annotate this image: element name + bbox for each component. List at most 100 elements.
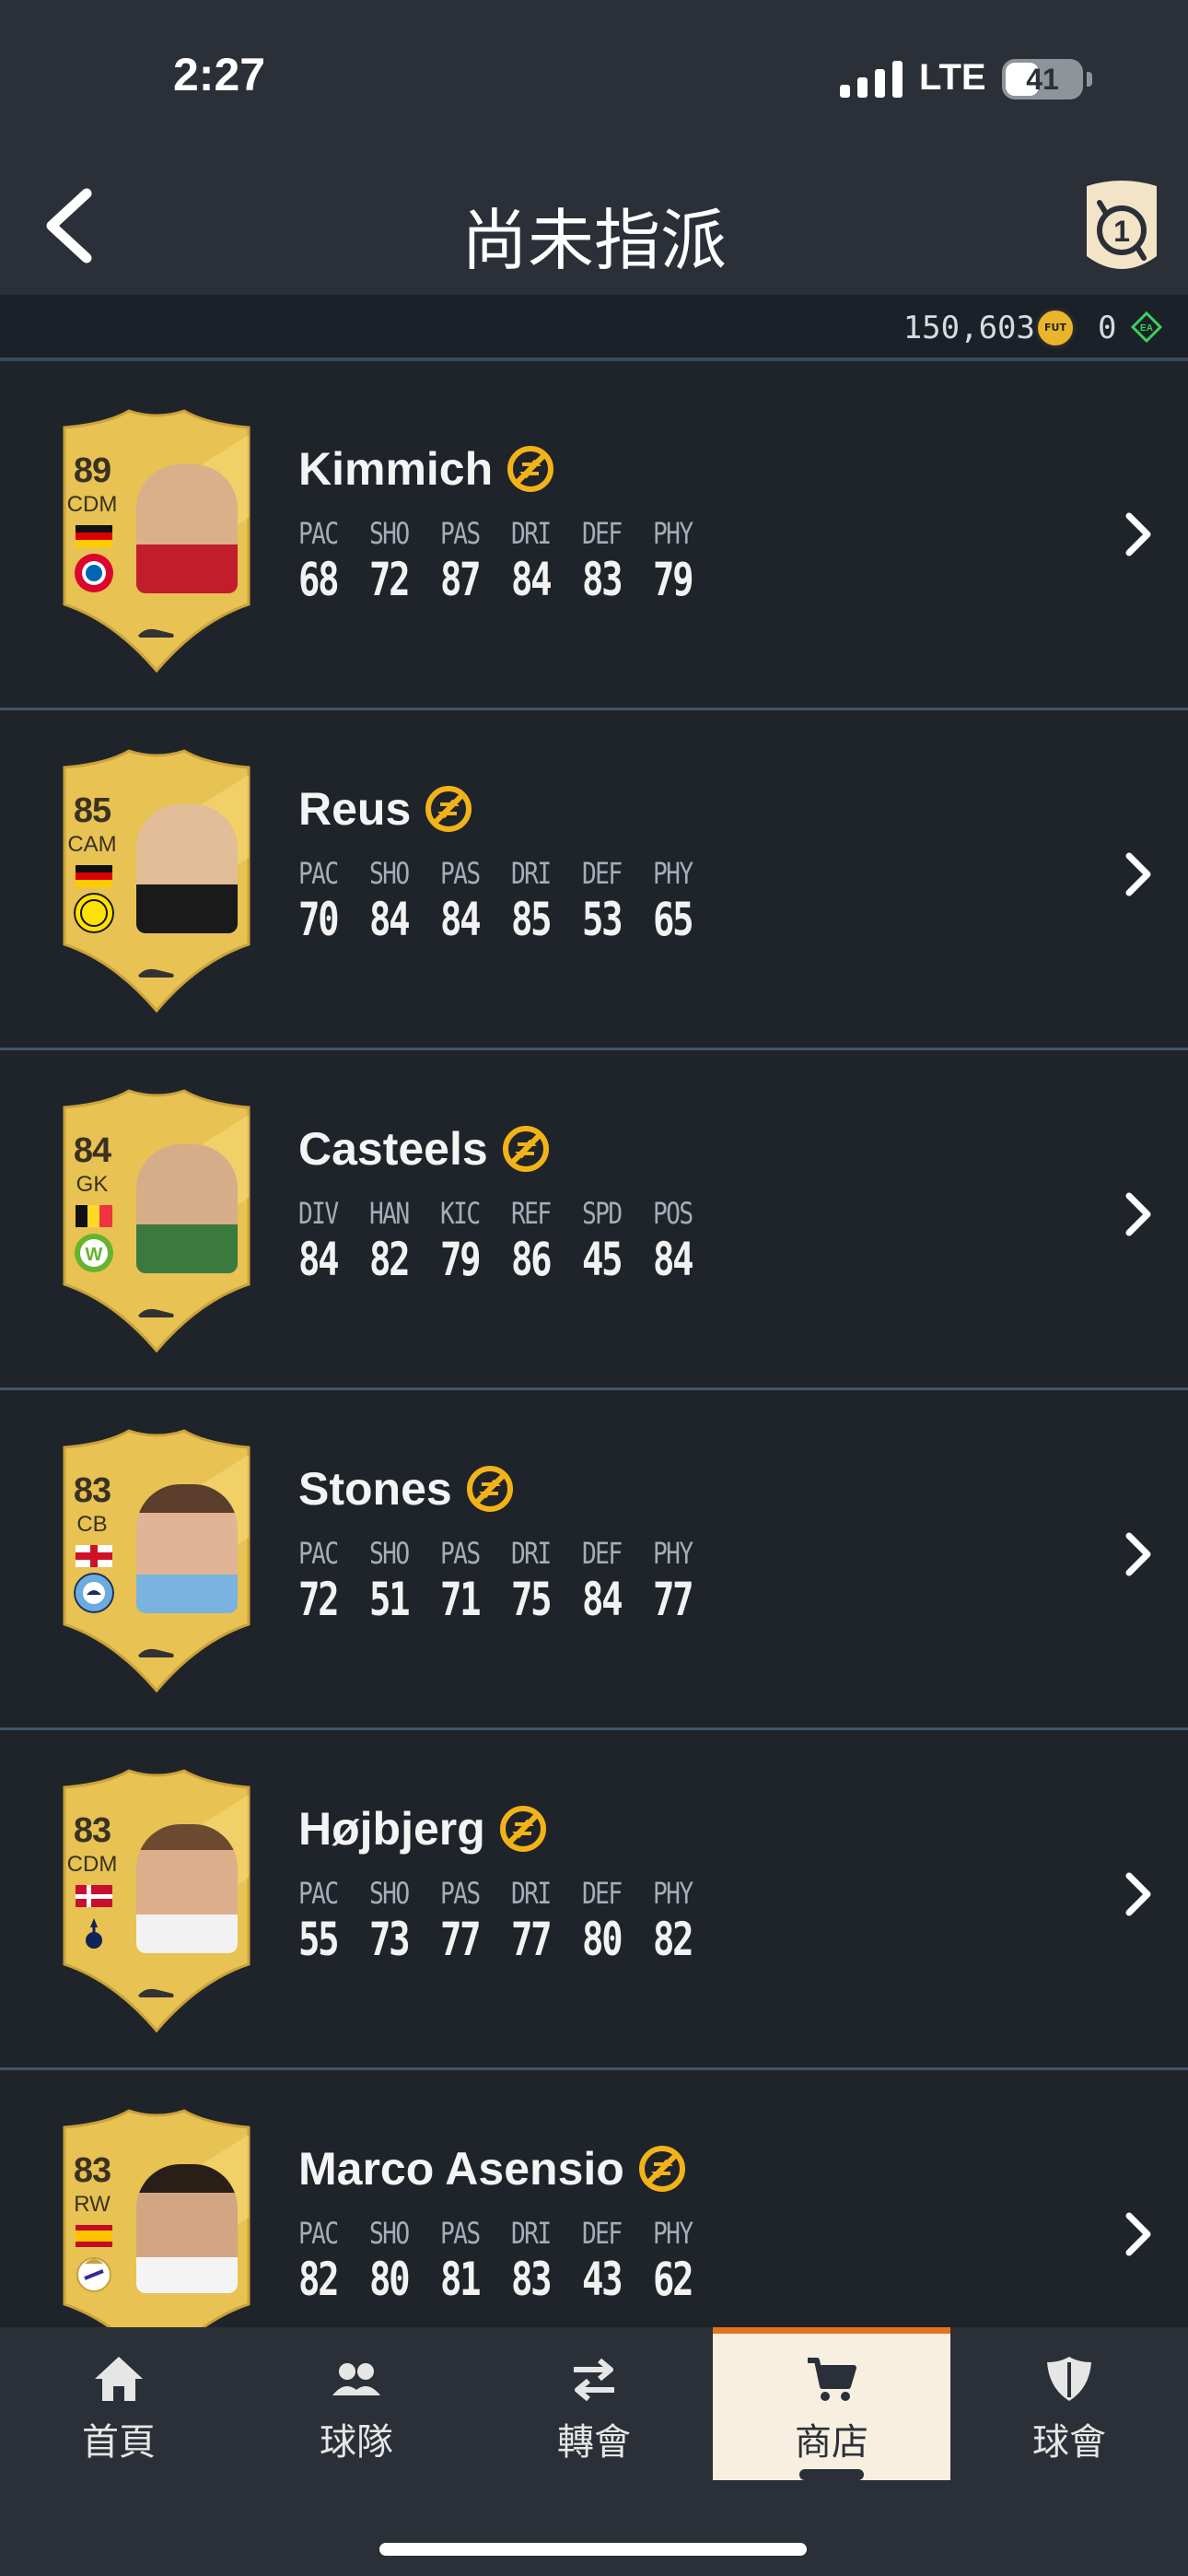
stat-value: 75	[511, 1573, 553, 1626]
cart-icon	[808, 2358, 856, 2401]
stat-value: 79	[653, 553, 694, 606]
stat-label: DEF	[582, 1876, 623, 1911]
untradeable-icon	[638, 2146, 685, 2192]
stat-label: PHY	[653, 856, 693, 891]
stat-value: 83	[582, 553, 623, 606]
player-name: Højbjerg	[298, 1803, 485, 1855]
ea-points-icon: EA	[1131, 311, 1162, 343]
tab-label: 首頁	[82, 2421, 156, 2464]
fut-coin-icon	[1035, 308, 1076, 348]
player-card: 83 CDM	[52, 1767, 262, 2034]
stat-label: PHY	[653, 516, 693, 551]
tab-label: 商店	[795, 2421, 868, 2464]
svg-text:1: 1	[1113, 215, 1130, 248]
card-position: CDM	[66, 492, 118, 517]
tab-club[interactable]: 球會	[950, 2327, 1188, 2480]
stat-value: 86	[511, 1233, 553, 1286]
dortmund-crest-icon	[74, 893, 114, 933]
player-portrait	[136, 464, 238, 593]
boot-icon	[138, 1988, 174, 1997]
stat-label: POS	[653, 1196, 693, 1231]
card-position: CAM	[67, 832, 117, 857]
stat-value: 82	[653, 1913, 694, 1966]
home-indicator[interactable]	[379, 2543, 807, 2556]
stat-value: 84	[582, 1573, 623, 1626]
stat-label: REF	[511, 1196, 552, 1231]
tab-home[interactable]: 首頁	[0, 2327, 238, 2480]
stat-label: DIV	[298, 1196, 339, 1231]
chevron-right-icon[interactable]	[1120, 1867, 1157, 1922]
stat-label: DRI	[511, 1876, 552, 1911]
tab-label: 球隊	[320, 2421, 393, 2464]
chevron-right-icon[interactable]	[1120, 507, 1157, 562]
stat-value: 65	[653, 893, 694, 946]
chevron-right-icon[interactable]	[1120, 2207, 1157, 2262]
card-position: CDM	[66, 1852, 118, 1877]
tab-store[interactable]: 商店	[713, 2327, 950, 2480]
stat-value: 84	[298, 1233, 340, 1286]
player-row[interactable]: 83 CDM Højbjerg PAC 55 SHO 73 PAS 77 DRI 77 …	[0, 1730, 1188, 2070]
tottenham-crest-icon	[86, 1918, 102, 1949]
stat-label: SHO	[369, 856, 410, 891]
stat-label: PAS	[440, 1536, 481, 1571]
player-card: 84 GK W	[52, 1087, 262, 1354]
player-portrait	[136, 804, 238, 933]
stat-value: 70	[298, 893, 340, 946]
player-card: 83 RW	[52, 2107, 262, 2327]
card-rating: 84	[73, 1131, 111, 1170]
stat-value: 81	[440, 2253, 482, 2306]
tab-transfers[interactable]: 轉會	[475, 2327, 713, 2480]
points-balance: 0	[1098, 310, 1117, 346]
untradeable-icon	[499, 1806, 546, 1852]
stat-label: DEF	[582, 2216, 623, 2251]
boot-icon	[138, 1648, 174, 1657]
stat-block: PAC 68 SHO 72 PAS 87 DRI 84 DEF 83 PHY 79	[298, 516, 724, 606]
card-position: CB	[76, 1512, 108, 1537]
player-row[interactable]: 85 CAM Reus PAC 70 SHO 84 PAS 84 DRI 85 DEF 5…	[0, 710, 1188, 1050]
svg-text:W: W	[86, 1245, 103, 1265]
nav-bar: 尚未指派 1	[0, 157, 1188, 295]
boot-icon	[138, 628, 174, 638]
chevron-right-icon[interactable]	[1120, 1187, 1157, 1242]
stat-label: PAC	[298, 516, 339, 551]
tab-label: 轉會	[557, 2421, 631, 2464]
spain-flag-icon	[76, 2225, 112, 2247]
stat-label: KIC	[440, 1196, 481, 1231]
player-name: Stones	[298, 1463, 452, 1515]
player-card: 89 CDM	[52, 407, 262, 674]
card-position: RW	[74, 2192, 111, 2217]
tab-squad[interactable]: 球隊	[238, 2327, 475, 2480]
chevron-right-icon[interactable]	[1120, 1527, 1157, 1582]
stat-label: DEF	[582, 1536, 623, 1571]
man-city-crest-icon	[74, 1573, 114, 1613]
stat-value: 82	[298, 2253, 340, 2306]
chevron-right-icon[interactable]	[1120, 847, 1157, 902]
stat-label: SHO	[369, 1536, 410, 1571]
stat-value: 73	[369, 1913, 411, 1966]
battery-tip	[1087, 72, 1092, 87]
home-icon	[95, 2357, 143, 2401]
stat-value: 51	[369, 1573, 411, 1626]
stat-block: PAC 70 SHO 84 PAS 84 DRI 85 DEF 53 PHY 65	[298, 856, 724, 946]
stat-label: PAC	[298, 1876, 339, 1911]
player-name: Marco Asensio	[298, 2143, 624, 2195]
stat-value: 84	[653, 1233, 694, 1286]
bottom-tab-bar: 首頁 球隊 轉會 商店 球會	[0, 2327, 1188, 2576]
boot-icon	[138, 1308, 174, 1317]
boot-icon	[138, 968, 174, 978]
stat-label: PAS	[440, 516, 481, 551]
network-type: LTE	[919, 57, 986, 98]
objective-badge-icon[interactable]: 1	[1077, 175, 1166, 282]
player-portrait	[136, 1144, 238, 1273]
player-row[interactable]: 83 RW Marco Asensio PAC 82 SHO 80 PAS 81 DR…	[0, 2070, 1188, 2327]
player-row[interactable]: 83 CB Stones PAC 72 SHO 51 PAS 71 DRI 75 DEF…	[0, 1390, 1188, 1730]
stat-value: 80	[369, 2253, 411, 2306]
squad-icon	[332, 2363, 380, 2395]
player-row[interactable]: 84 GK W Casteels DIV 84 HAN 82 KIC 79 REF 86…	[0, 1050, 1188, 1390]
stat-value: 77	[653, 1573, 694, 1626]
stat-label: PAS	[440, 1876, 481, 1911]
player-row[interactable]: 89 CDM Kimmich PAC 68 SHO 72 PAS 87 DRI 84 D…	[0, 370, 1188, 710]
card-rating: 89	[73, 451, 111, 490]
stat-value: 84	[369, 893, 411, 946]
stat-value: 84	[511, 553, 553, 606]
